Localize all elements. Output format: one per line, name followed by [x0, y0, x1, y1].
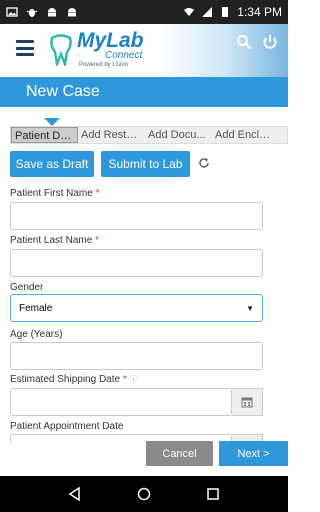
last-name-label: Patient Last Name * — [10, 235, 99, 246]
gender-select[interactable]: Female ▼ — [10, 294, 263, 322]
tooth-logo-icon — [50, 34, 72, 66]
last-name-field[interactable] — [10, 249, 263, 277]
save-as-draft-button[interactable]: Save as Draft — [10, 151, 94, 177]
first-name-field[interactable] — [10, 202, 263, 230]
recents-icon[interactable] — [206, 487, 220, 501]
home-icon[interactable] — [137, 487, 151, 501]
app-header: MyLab Connect Powered by Lision — [0, 24, 288, 77]
first-name-label: Patient First Name * — [10, 188, 100, 199]
tab-add-restorations[interactable]: Add Restor... — [78, 127, 145, 143]
refresh-icon[interactable] — [198, 157, 210, 169]
shipping-date-field[interactable] — [10, 388, 232, 416]
info-icon[interactable]: ⓘ — [130, 375, 138, 384]
app-sub: Connect — [105, 50, 143, 61]
tab-patient-details[interactable]: Patient Det... — [11, 127, 78, 143]
appointment-date-label: Patient Appointment Date — [10, 421, 124, 432]
shipping-date-label: Estimated Shipping Date * ⓘ — [10, 374, 138, 385]
active-step-indicator — [44, 118, 60, 126]
app-name: MyLab — [77, 29, 144, 52]
status-right: 1:34 PM — [183, 5, 282, 19]
submit-to-lab-button[interactable]: Submit to Lab — [101, 151, 190, 177]
status-left — [6, 6, 78, 18]
wifi-icon — [184, 8, 195, 16]
menu-icon[interactable] — [16, 40, 34, 56]
gender-label: Gender — [10, 282, 44, 293]
cancel-button[interactable]: Cancel — [146, 441, 213, 466]
page-title: New Case — [26, 83, 100, 100]
step-tabs: Patient Det... Add Restor... Add Docu...… — [10, 126, 288, 144]
age-label: Age (Years) — [10, 329, 63, 340]
header-actions — [236, 34, 278, 50]
debug-icon — [26, 9, 38, 17]
battery-icon — [222, 7, 229, 17]
app-logo: MyLab Connect Powered by Lision — [48, 30, 144, 70]
new-case-bar: New Case — [0, 77, 288, 107]
tab-add-documents[interactable]: Add Docu... — [145, 127, 212, 143]
status-bar: 1:34 PM — [0, 0, 288, 24]
system-nav-bar — [0, 476, 288, 512]
tab-add-enclosures[interactable]: Add Enclos... — [212, 127, 279, 143]
clock: 1:34 PM — [237, 5, 282, 19]
next-button[interactable]: Next > — [219, 441, 288, 466]
age-field[interactable] — [10, 342, 263, 370]
calendar-icon — [241, 397, 253, 408]
shipping-date-calendar-button[interactable] — [232, 388, 263, 416]
power-icon[interactable] — [262, 34, 278, 50]
back-icon[interactable] — [68, 487, 82, 501]
chevron-down-icon: ▼ — [246, 303, 254, 313]
app-tagline: Powered by Lision — [79, 62, 129, 68]
signal-icon — [202, 7, 213, 17]
android-icon — [48, 8, 56, 17]
image-icon — [6, 7, 18, 17]
gender-selected-value: Female — [19, 302, 53, 314]
android-icon — [68, 8, 76, 17]
search-icon[interactable] — [236, 34, 252, 50]
